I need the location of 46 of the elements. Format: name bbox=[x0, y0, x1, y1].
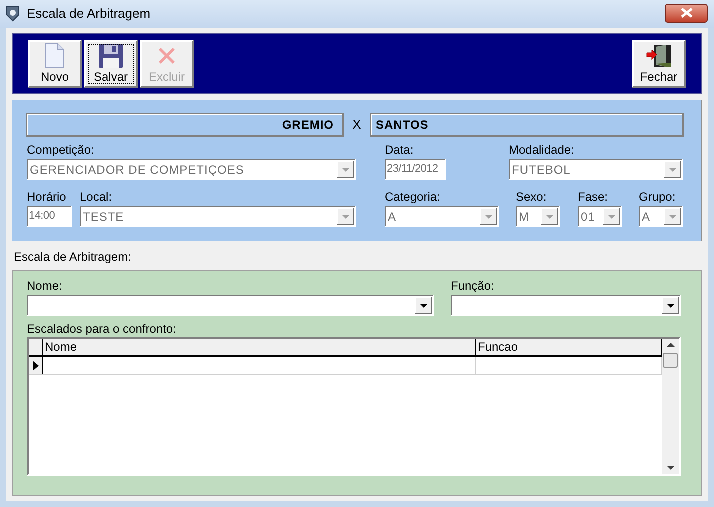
cross-icon bbox=[158, 46, 176, 64]
caret-icon bbox=[342, 168, 350, 172]
field-label: Fase: bbox=[578, 189, 610, 205]
caret-icon bbox=[342, 214, 350, 218]
field-label: Data: bbox=[385, 142, 415, 158]
versus-label: X bbox=[352, 116, 362, 134]
field-label: Sexo: bbox=[516, 189, 548, 205]
caret-icon bbox=[484, 214, 492, 218]
caret-icon bbox=[546, 214, 554, 218]
scroll-thumb[interactable] bbox=[663, 353, 678, 368]
field-label: Nome: bbox=[27, 278, 64, 294]
scrollbar[interactable] bbox=[662, 339, 679, 474]
row-header[interactable] bbox=[29, 357, 43, 374]
close-icon bbox=[680, 8, 692, 18]
section-title: Escala de Arbitragem: bbox=[14, 249, 132, 265]
away-team: SANTOS bbox=[371, 114, 683, 136]
field-label: Modalidade: bbox=[509, 142, 576, 158]
door-exit-icon bbox=[646, 44, 672, 68]
grid-title: Escalados para o confronto: bbox=[27, 321, 178, 337]
field-label: Horário bbox=[27, 189, 68, 205]
dropdown-field[interactable] bbox=[451, 295, 681, 316]
home-team: GREMIO bbox=[27, 114, 343, 136]
field-label: Categoria: bbox=[385, 189, 442, 205]
toolbar-button[interactable]: Fechar bbox=[632, 40, 686, 88]
field-label: Grupo: bbox=[639, 189, 677, 205]
field-label: Competição: bbox=[27, 142, 96, 158]
caret-icon bbox=[668, 168, 676, 172]
caret-icon bbox=[420, 304, 428, 308]
dropdown-button[interactable] bbox=[662, 297, 679, 314]
caret-icon bbox=[666, 304, 674, 308]
close-button[interactable] bbox=[665, 4, 708, 22]
toolbar-button[interactable]: Salvar bbox=[84, 40, 138, 88]
document-icon bbox=[45, 42, 65, 68]
caret-icon bbox=[608, 214, 616, 218]
window-title: Escala de Arbitragem bbox=[27, 5, 151, 24]
field-label: Função: bbox=[451, 278, 496, 294]
shield-icon bbox=[6, 6, 20, 22]
scroll-down-icon bbox=[666, 466, 674, 470]
dropdown-field[interactable] bbox=[27, 295, 434, 316]
current-row-icon bbox=[32, 360, 38, 370]
field-label: Local: bbox=[80, 189, 114, 205]
toolbar-button[interactable]: Novo bbox=[28, 40, 82, 88]
scroll-up-icon bbox=[666, 343, 674, 347]
dropdown-button[interactable] bbox=[415, 297, 432, 314]
column-header[interactable]: Nome bbox=[43, 339, 476, 355]
caret-icon bbox=[668, 214, 676, 218]
